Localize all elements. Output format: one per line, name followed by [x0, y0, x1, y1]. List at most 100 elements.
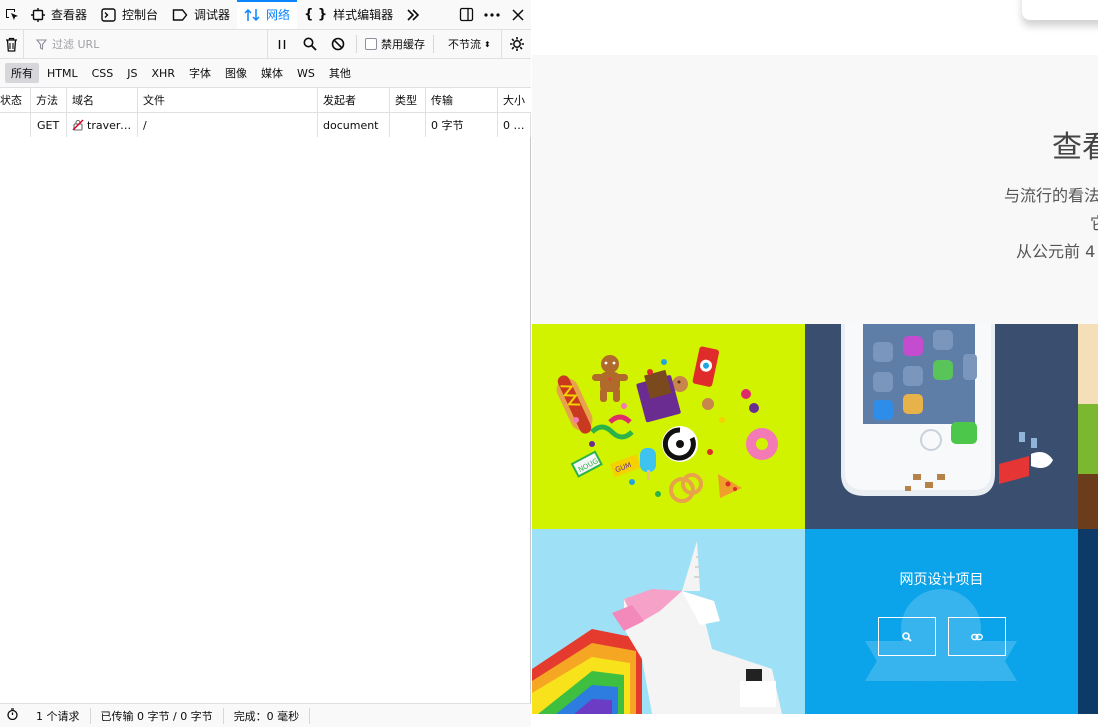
portfolio-tile-candy[interactable]: NOUG GUM	[532, 324, 805, 529]
tab-style-editor[interactable]: { } 样式编辑器	[297, 0, 400, 29]
toolbox-menu-button[interactable]	[479, 0, 505, 29]
network-settings-button[interactable]	[501, 30, 531, 58]
web-page-viewport: 查看 与流行的看法 它 从公元前 4	[532, 0, 1098, 714]
filter-icon	[36, 38, 47, 50]
type-filter-html[interactable]: HTML	[41, 65, 84, 82]
status-finish-time: 完成：0 毫秒	[224, 707, 311, 724]
cell-status	[0, 113, 31, 137]
header-card	[1022, 0, 1098, 20]
cell-domain-text: traverx…	[87, 118, 137, 132]
portfolio-tile-phone[interactable]	[805, 324, 1078, 529]
column-header-status[interactable]: 状态	[0, 88, 31, 112]
toolbar-separator	[433, 35, 434, 53]
search-icon	[902, 631, 912, 642]
tab-console[interactable]: 控制台	[94, 0, 165, 29]
section-subtitle-line: 与流行的看法	[1004, 186, 1098, 205]
url-filter-input[interactable]	[52, 37, 252, 51]
close-toolbox-button[interactable]	[505, 0, 531, 29]
network-icon	[244, 8, 260, 22]
search-button[interactable]	[296, 30, 324, 58]
style-editor-icon: { }	[304, 7, 328, 22]
trash-icon	[6, 37, 17, 52]
portfolio-tile-partial[interactable]	[1078, 324, 1098, 529]
more-tools-button[interactable]	[400, 0, 426, 29]
table-row[interactable]: GET traverx… / document 0 字节 0 …	[0, 113, 531, 137]
throttling-select[interactable]: 不节流 ⬍	[438, 36, 495, 52]
disable-cache-checkbox[interactable]: 禁用缓存	[361, 36, 429, 52]
close-icon	[512, 8, 524, 21]
cell-transferred: 0 字节	[426, 113, 498, 137]
toolbar-separator	[356, 35, 357, 53]
cell-domain: traverx…	[67, 113, 138, 137]
dock-side-button[interactable]	[453, 0, 479, 29]
chevron-double-right-icon	[407, 8, 420, 21]
url-filter[interactable]	[24, 30, 268, 58]
column-header-cause[interactable]: 发起者	[318, 88, 390, 112]
tab-console-label: 控制台	[122, 8, 159, 22]
tab-debugger[interactable]: 调试器	[165, 0, 237, 29]
element-picker-button[interactable]	[0, 0, 24, 29]
network-toolbar: 禁用缓存 不节流 ⬍	[0, 30, 531, 59]
block-icon	[331, 37, 345, 51]
type-filter-fonts[interactable]: 字体	[183, 63, 217, 83]
unicorn-illustration	[532, 541, 782, 714]
tab-network[interactable]: 网络	[237, 0, 298, 29]
type-filter-xhr[interactable]: XHR	[146, 65, 181, 82]
type-filter-js[interactable]: JS	[121, 65, 143, 82]
tab-style-editor-label: 样式编辑器	[333, 8, 394, 22]
type-filter-media[interactable]: 媒体	[255, 63, 289, 83]
tab-network-label: 网络	[266, 8, 291, 22]
dock-side-icon	[459, 7, 473, 22]
partial-illustration	[1078, 404, 1098, 529]
pause-button[interactable]	[268, 30, 296, 58]
tab-inspector[interactable]: 查看器	[24, 0, 94, 29]
portfolio-tile-partial[interactable]	[1078, 529, 1098, 714]
column-header-method[interactable]: 方法	[31, 88, 67, 112]
devtools-panel: 查看器 控制台 调试器 网络 { } 样式编辑器 过滤 URL 禁用缓存 不节流…	[0, 0, 531, 727]
section-subtitle-line: 它	[1090, 210, 1098, 234]
clear-requests-button[interactable]	[0, 30, 24, 58]
stopwatch-icon	[7, 708, 18, 721]
cell-file: /	[138, 113, 318, 137]
cell-method: GET	[31, 113, 67, 137]
inspector-icon	[31, 7, 45, 22]
more-horizontal-icon	[484, 12, 500, 17]
type-filter-css[interactable]: CSS	[86, 65, 120, 82]
project-link-button[interactable]	[948, 617, 1006, 656]
watermark-text: Culture	[913, 662, 990, 686]
type-filter-all[interactable]: 所有	[5, 63, 39, 83]
debugger-icon	[172, 8, 188, 22]
section-subtitle-line: 从公元前 4	[1016, 242, 1096, 261]
request-type-filters: 所有 HTML CSS JS XHR 字体 图像 媒体 WS 其他	[0, 59, 531, 88]
column-header-type[interactable]: 类型	[390, 88, 426, 112]
type-filter-ws[interactable]: WS	[291, 65, 321, 82]
phone-illustration	[841, 324, 1053, 496]
cell-size: 0 …	[498, 113, 531, 137]
column-header-size[interactable]: 大小	[498, 88, 531, 112]
column-header-domain[interactable]: 域名	[67, 88, 138, 112]
status-request-count: 1 个请求	[26, 707, 91, 724]
project-title: 网页设计项目	[899, 572, 984, 588]
column-header-file[interactable]: 文件	[138, 88, 318, 112]
insecure-lock-icon	[72, 119, 84, 131]
checkbox-box[interactable]	[365, 38, 377, 50]
element-picker-icon	[6, 8, 18, 20]
candy-illustration: NOUG GUM	[556, 346, 778, 503]
project-zoom-button[interactable]	[878, 617, 936, 656]
cell-type	[390, 113, 426, 137]
performance-analysis-button[interactable]	[0, 708, 26, 723]
tab-debugger-label: 调试器	[194, 8, 231, 22]
type-filter-images[interactable]: 图像	[219, 63, 253, 83]
throttling-label: 不节流	[448, 38, 481, 51]
section-title: 查看	[1052, 130, 1098, 165]
block-requests-button[interactable]	[324, 30, 352, 58]
requests-table-header: 状态 方法 域名 文件 发起者 类型 传输 大小	[0, 88, 531, 113]
gear-icon	[509, 37, 524, 51]
portfolio-tile-project[interactable]: Culture 网页设计项目	[805, 529, 1078, 714]
status-transferred: 已传输 0 字节 / 0 字节	[91, 707, 224, 724]
culture-badge-watermark: Culture	[865, 589, 1017, 686]
type-filter-other[interactable]: 其他	[323, 63, 357, 83]
search-icon	[303, 37, 317, 51]
portfolio-tile-unicorn[interactable]	[532, 529, 805, 714]
column-header-transferred[interactable]: 传输	[426, 88, 498, 112]
